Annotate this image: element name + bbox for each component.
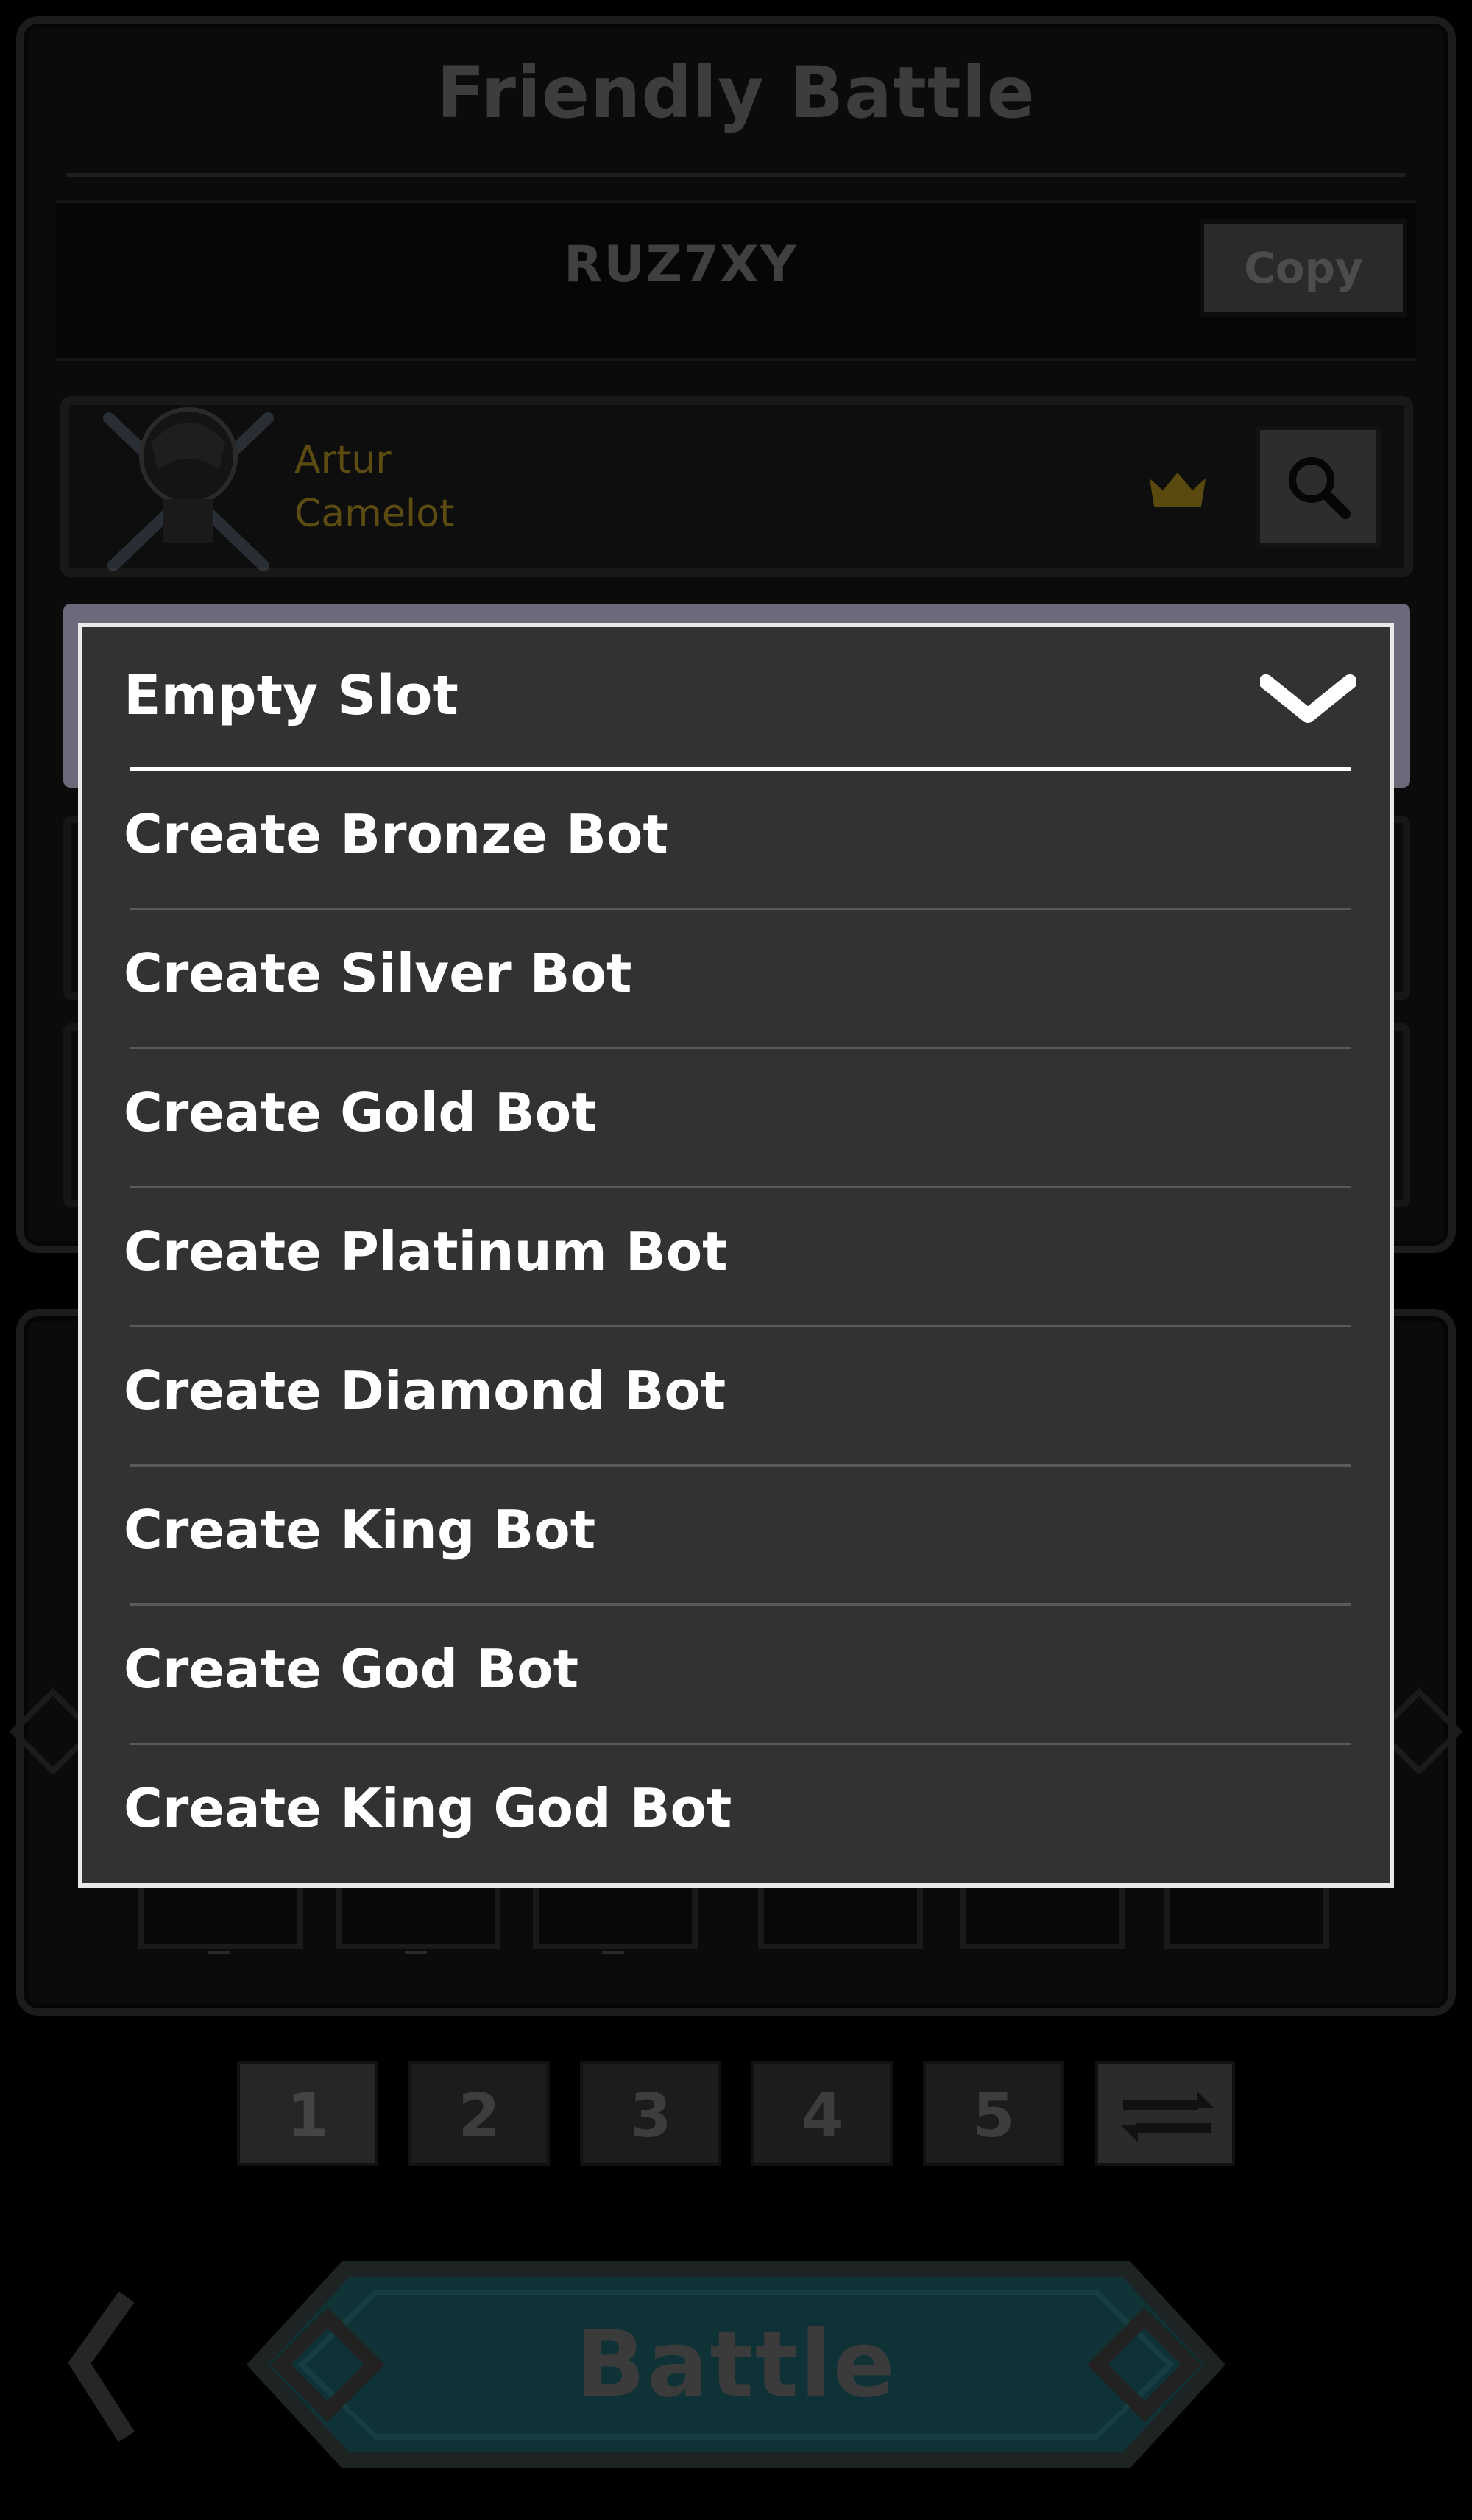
battle-button-label: Battle	[576, 2312, 896, 2418]
deck-tab-4[interactable]: 4	[751, 2061, 893, 2166]
dropdown-selected-value: Empty Slot	[124, 664, 459, 727]
swap-deck-button[interactable]	[1095, 2061, 1235, 2166]
option-create-god-bot[interactable]: Create God Bot	[82, 1606, 1390, 1745]
option-label: Create King Bot	[124, 1499, 596, 1561]
option-create-bronze-bot[interactable]: Create Bronze Bot	[82, 771, 1390, 910]
option-create-gold-bot[interactable]: Create Gold Bot	[82, 1049, 1390, 1188]
title-divider	[66, 173, 1406, 177]
swap-arrows-icon	[1120, 2091, 1214, 2142]
chevron-down-icon[interactable]	[1260, 671, 1356, 730]
bot-select-dropdown[interactable]: Empty Slot Create Bronze Bot Create Silv…	[78, 623, 1394, 1888]
player-name: Artur	[294, 438, 392, 482]
option-create-diamond-bot[interactable]: Create Diamond Bot	[82, 1327, 1390, 1467]
deck-tab-3[interactable]: 3	[580, 2061, 721, 2166]
deck-tab-5[interactable]: 5	[923, 2061, 1064, 2166]
player-guild: Camelot	[294, 492, 455, 536]
option-create-silver-bot[interactable]: Create Silver Bot	[82, 910, 1390, 1049]
team-slot-empty-marker	[208, 1951, 230, 1954]
option-label: Create Bronze Bot	[124, 803, 668, 865]
search-icon	[1289, 457, 1351, 519]
option-label: Create King God Bot	[124, 1777, 732, 1839]
option-label: Create Platinum Bot	[124, 1221, 728, 1282]
option-label: Create Diamond Bot	[124, 1360, 726, 1422]
dropdown-header[interactable]: Empty Slot	[82, 627, 1390, 767]
deck-tab-2[interactable]: 2	[408, 2061, 550, 2166]
room-code: RUZ7XY	[564, 236, 798, 294]
team-slot-empty-marker	[405, 1951, 427, 1954]
option-label: Create Gold Bot	[124, 1081, 597, 1143]
dropdown-options: Create Bronze Bot Create Silver Bot Crea…	[82, 771, 1390, 1884]
copy-button[interactable]: Copy	[1200, 219, 1407, 317]
option-create-king-god-bot[interactable]: Create King God Bot	[82, 1745, 1390, 1884]
option-label: Create God Bot	[124, 1638, 579, 1700]
option-create-platinum-bot[interactable]: Create Platinum Bot	[82, 1188, 1390, 1327]
crown-icon	[1150, 473, 1206, 507]
deck-tab-1[interactable]: 1	[237, 2061, 378, 2166]
page-title: Friendly Battle	[436, 52, 1036, 134]
back-arrow-icon[interactable]	[66, 2290, 147, 2444]
search-button[interactable]	[1256, 426, 1381, 548]
option-label: Create Silver Bot	[124, 942, 632, 1004]
team-slot-empty-marker	[602, 1951, 624, 1954]
option-create-king-bot[interactable]: Create King Bot	[82, 1467, 1390, 1606]
player-avatar	[103, 407, 274, 571]
